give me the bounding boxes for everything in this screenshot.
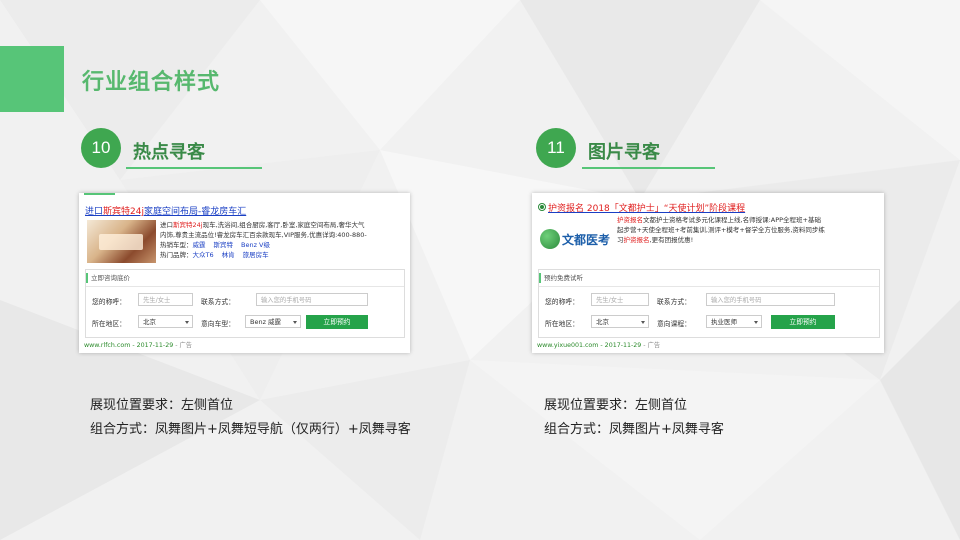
lead-form: 立即咨询底价 您的称呼： 先生/女士 联系方式： 输入您的手机号码 所在地区： … — [85, 269, 405, 338]
car-select[interactable]: Benz 威霆 — [245, 315, 301, 328]
title-accent-block — [0, 46, 64, 112]
lead-form: 预约免费试听 您的称呼： 先生/女士 联系方式： 输入您的手机号码 所在地区： … — [538, 269, 880, 338]
ad-url: www.yixue001.com - 2017-11-29 - 广告 — [537, 342, 661, 349]
phone-input[interactable]: 输入您的手机号码 — [706, 293, 835, 306]
nav-link[interactable]: 林肯 — [222, 251, 235, 259]
section-number-badge: 10 — [81, 128, 121, 168]
rv-interior-image[interactable] — [87, 220, 156, 263]
region-label: 所在地区： — [92, 320, 126, 328]
nav-link[interactable]: Benz V级 — [241, 241, 270, 249]
ad-preview-hotspot: 进口斯宾特24j家庭空间布局-睿龙房车汇 进口斯宾特24j现车,洗浴间,组合厨房… — [79, 193, 410, 353]
caption-position: 展现位置要求：左侧首位 — [90, 398, 234, 413]
name-input[interactable]: 先生/女士 — [138, 293, 193, 306]
submit-button[interactable]: 立即预约 — [306, 315, 368, 329]
region-label: 所在地区： — [545, 320, 579, 328]
logo-icon — [540, 229, 560, 249]
section-underline — [582, 167, 715, 169]
region-select[interactable]: 北京 — [591, 315, 649, 328]
nav-link[interactable]: 大众T6 — [193, 251, 214, 259]
nav-link[interactable]: 旅居房车 — [243, 251, 269, 259]
car-label: 意向车型： — [201, 320, 235, 328]
section-title: 图片寻客 — [588, 142, 660, 163]
chevron-down-icon — [641, 321, 645, 324]
card-accent — [84, 193, 115, 195]
form-header: 预约免费试听 — [539, 270, 879, 287]
ad-marker-icon — [538, 203, 546, 211]
submit-button[interactable]: 立即预约 — [771, 315, 835, 329]
name-input[interactable]: 先生/女士 — [591, 293, 649, 306]
section-number-badge: 11 — [536, 128, 576, 168]
course-label: 意向课程： — [657, 320, 691, 328]
form-header: 立即咨询底价 — [86, 270, 404, 287]
nav-link[interactable]: 威霆 — [193, 241, 206, 249]
ad-description: 进口斯宾特24j现车,洗浴间,组合厨房,客厅,卧室,家庭空间布局,奢华大气 内饰… — [160, 220, 406, 260]
chevron-down-icon — [185, 321, 189, 324]
section-title: 热点寻客 — [133, 142, 205, 163]
ad-preview-image: 护资报名 2018「文都护士」“天使计划”阶段课程 文都医考 护资报名文都护士资… — [532, 193, 884, 353]
ad-description: 护资报名文都护士资格考试多元化课程上线,名师授课:APP全程班+基础 起步营+天… — [617, 216, 825, 244]
name-label: 您的称呼： — [545, 298, 579, 306]
hot-brands-row: 热门品牌：大众T6 林肯 旅居房车 — [160, 251, 269, 259]
chevron-down-icon — [754, 321, 758, 324]
ad-headline-link[interactable]: 护资报名 2018「文都护士」“天使计划”阶段课程 — [548, 201, 745, 214]
caption-combination: 组合方式：凤舞图片+凤舞寻客 — [544, 422, 724, 437]
course-select[interactable]: 执业医师 — [706, 315, 762, 328]
contact-label: 联系方式： — [201, 298, 235, 306]
caption-position: 展现位置要求：左侧首位 — [544, 398, 688, 413]
contact-label: 联系方式： — [657, 298, 691, 306]
caption-combination: 组合方式：凤舞图片+凤舞短导航（仅两行）+凤舞寻客 — [90, 422, 411, 437]
section-underline — [126, 167, 262, 169]
ad-headline-link[interactable]: 进口斯宾特24j家庭空间布局-睿龙房车汇 — [85, 204, 246, 217]
chevron-down-icon — [293, 321, 297, 324]
page-title: 行业组合样式 — [82, 70, 221, 95]
phone-input[interactable]: 输入您的手机号码 — [256, 293, 368, 306]
region-select[interactable]: 北京 — [138, 315, 193, 328]
ad-url: www.rlfch.com - 2017-11-29 - 广告 — [84, 342, 193, 349]
wendu-logo[interactable]: 文都医考 — [540, 229, 610, 249]
name-label: 您的称呼： — [92, 298, 126, 306]
hot-models-row: 热销车型：威霆 斯宾特 Benz V级 — [160, 241, 271, 249]
nav-link[interactable]: 斯宾特 — [214, 241, 234, 249]
